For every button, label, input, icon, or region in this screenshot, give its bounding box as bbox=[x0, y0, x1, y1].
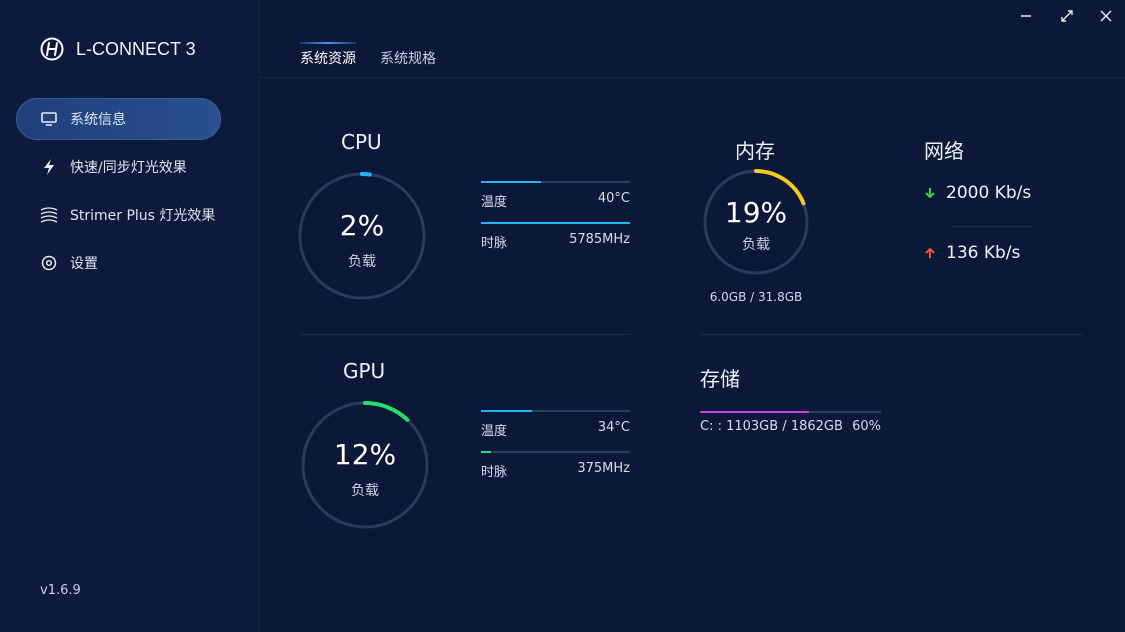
gpu-load-value: 12% bbox=[333, 438, 397, 471]
maximize-icon bbox=[1061, 10, 1073, 22]
cpu-temp-value: 40°C bbox=[597, 191, 630, 206]
gpu-clock-value: 375MHz bbox=[577, 461, 630, 476]
cpu-gpu-divider bbox=[300, 334, 630, 335]
gpu-temp-value: 34°C bbox=[597, 420, 630, 435]
upload-arrow-icon bbox=[925, 247, 935, 258]
close-button[interactable] bbox=[1095, 6, 1117, 26]
cpu-load-label: 负载 bbox=[348, 254, 376, 270]
gpu-load-gauge: 12% 负载 bbox=[300, 400, 430, 530]
close-icon bbox=[1100, 10, 1112, 22]
cpu-temp-bar-fill bbox=[481, 181, 541, 183]
gpu-clock-metric: 时脉 375MHz bbox=[481, 451, 630, 481]
gpu-title: GPU bbox=[343, 359, 386, 383]
cpu-clock-label: 时脉 bbox=[481, 236, 508, 251]
download-speed: 2000 Kb/s bbox=[946, 183, 1032, 203]
app-logo: L-CONNECT 3 bbox=[40, 37, 196, 61]
storage-drive-text: C: : 1103GB / 1862GB bbox=[700, 419, 843, 434]
sidebar-item-quick-sync-lighting[interactable]: 快速/同步灯光效果 bbox=[16, 146, 221, 188]
gpu-clock-bar bbox=[481, 451, 630, 453]
gpu-temp-bar bbox=[481, 410, 630, 412]
minimize-button[interactable] bbox=[1015, 6, 1037, 26]
sidebar-item-label: 系统信息 bbox=[70, 112, 126, 128]
monitor-icon bbox=[40, 110, 58, 128]
sidebar-item-label: 快速/同步灯光效果 bbox=[70, 160, 187, 176]
cpu-clock-metric: 时脉 5785MHz bbox=[481, 222, 630, 252]
download-arrow-icon bbox=[925, 188, 935, 199]
memory-capacity: 6.0GB / 31.8GB bbox=[709, 290, 803, 304]
memory-load-value: 19% bbox=[724, 196, 788, 229]
network-divider bbox=[950, 226, 1034, 227]
gpu-temperature-metric: 温度 34°C bbox=[481, 410, 630, 440]
cpu-temp-label: 温度 bbox=[481, 195, 508, 210]
gpu-load-label: 负载 bbox=[351, 483, 379, 499]
network-download: 2000 Kb/s bbox=[924, 183, 1031, 203]
cpu-title: CPU bbox=[341, 130, 382, 154]
cpu-load-gauge: 2% 负载 bbox=[297, 171, 427, 301]
cpu-temperature-metric: 温度 40°C bbox=[481, 181, 630, 211]
tab-system-resources[interactable]: 系统资源 bbox=[300, 42, 356, 68]
gear-icon bbox=[40, 254, 58, 272]
sidebar: L-CONNECT 3 系统信息 快速/同步灯光效果 Strimer Plus … bbox=[0, 0, 260, 632]
cpu-clock-bar-fill bbox=[481, 222, 630, 224]
lightning-icon bbox=[40, 158, 58, 176]
memory-title: 内存 bbox=[735, 139, 775, 163]
minimize-icon bbox=[1021, 15, 1031, 17]
strimer-icon bbox=[40, 206, 58, 224]
cpu-load-value: 2% bbox=[339, 209, 385, 242]
sidebar-item-system-info[interactable]: 系统信息 bbox=[16, 98, 221, 140]
storage-percent: 60% bbox=[852, 419, 881, 434]
storage-drive-c: C: : 1103GB / 1862GB 60% bbox=[700, 411, 881, 441]
sidebar-item-label: Strimer Plus 灯光效果 bbox=[70, 208, 216, 224]
cpu-temp-bar bbox=[481, 181, 630, 183]
gpu-clock-label: 时脉 bbox=[481, 465, 508, 480]
header-divider bbox=[260, 77, 1125, 78]
gpu-temp-label: 温度 bbox=[481, 424, 508, 439]
storage-bar-fill bbox=[700, 411, 809, 413]
upload-speed: 136 Kb/s bbox=[946, 243, 1021, 263]
memory-load-label: 负载 bbox=[742, 237, 770, 253]
storage-bar bbox=[700, 411, 881, 413]
network-title: 网络 bbox=[924, 139, 964, 163]
app-version: v1.6.9 bbox=[40, 583, 81, 598]
memory-storage-divider bbox=[700, 334, 1083, 335]
lianli-logo-icon bbox=[40, 37, 64, 61]
network-upload: 136 Kb/s bbox=[924, 243, 1020, 263]
tab-system-specs[interactable]: 系统规格 bbox=[380, 48, 436, 68]
sidebar-item-strimer-lighting[interactable]: Strimer Plus 灯光效果 bbox=[16, 194, 221, 236]
sidebar-item-label: 设置 bbox=[70, 256, 98, 272]
app-title: L-CONNECT 3 bbox=[76, 38, 196, 59]
cpu-clock-bar bbox=[481, 222, 630, 224]
sidebar-item-settings[interactable]: 设置 bbox=[16, 242, 221, 284]
tab-bar: 系统资源 系统规格 bbox=[300, 42, 460, 68]
memory-load-gauge: 19% 负载 bbox=[702, 168, 810, 276]
gpu-clock-bar-fill bbox=[481, 451, 492, 453]
gpu-temp-bar-fill bbox=[481, 410, 532, 412]
storage-title: 存储 bbox=[700, 367, 740, 391]
maximize-button[interactable] bbox=[1056, 6, 1078, 26]
cpu-clock-value: 5785MHz bbox=[569, 232, 630, 247]
